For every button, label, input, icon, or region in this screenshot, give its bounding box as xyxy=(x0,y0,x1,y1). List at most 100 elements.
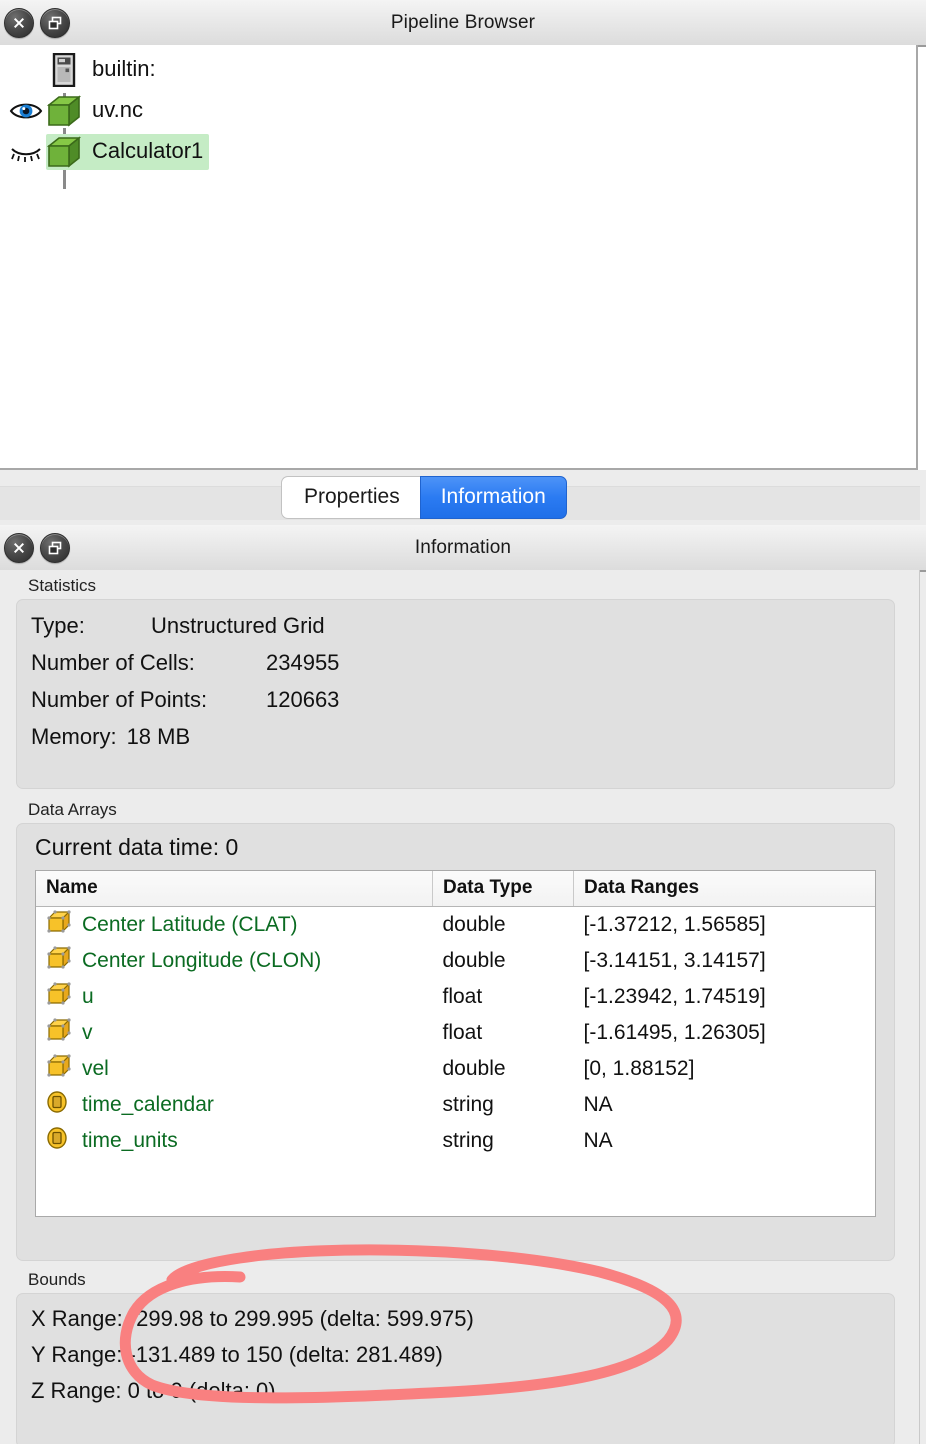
pipeline-row-builtin[interactable]: builtin: xyxy=(0,49,916,90)
statistics-value: Unstructured Grid xyxy=(151,613,325,638)
panel-tabstrip: Properties Information xyxy=(0,470,926,525)
pipeline-item-label: Calculator1 xyxy=(92,137,204,163)
array-name-label: time_calendar xyxy=(82,1093,214,1116)
float-window-icon[interactable] xyxy=(40,7,70,38)
bounds-box: X Range: -299.98 to 299.995 (delta: 599.… xyxy=(16,1293,895,1444)
close-icon[interactable] xyxy=(4,7,34,38)
statistics-key: Type: xyxy=(31,613,85,638)
array-range-cell: [-1.61495, 1.26305] xyxy=(583,1021,766,1044)
statistics-row-type: Type: Unstructured Grid xyxy=(17,608,894,645)
statistics-key: Memory: xyxy=(31,724,117,749)
tree-connector xyxy=(63,169,66,189)
statistics-key: Number of Points: xyxy=(31,687,208,712)
array-name-label: v xyxy=(82,1021,93,1044)
server-icon xyxy=(46,52,82,88)
table-header-row: Name Data Type Data Ranges xyxy=(36,871,875,907)
statistics-value: 234955 xyxy=(266,650,340,675)
array-name-cell: time_calendar xyxy=(36,1087,433,1123)
array-range-cell: NA xyxy=(583,1093,613,1116)
bounds-row-z: Z Range: 0 to 0 (delta: 0) xyxy=(17,1374,894,1410)
bounds-row-y: Y Range: -131.489 to 150 (delta: 281.489… xyxy=(17,1338,894,1374)
array-name-cell: time_units xyxy=(36,1123,433,1159)
array-type-cell: string xyxy=(442,1129,494,1152)
pipeline-row-calculator1[interactable]: Calculator1 xyxy=(0,131,916,172)
data-arrays-table: Name Data Type Data Ranges Center Latitu… xyxy=(36,871,875,1159)
pipeline-tree[interactable]: builtin: uv.nc Calculator1 xyxy=(0,45,918,470)
pipeline-window-buttons xyxy=(0,7,70,38)
float-window-icon[interactable] xyxy=(40,532,70,563)
source-cube-icon xyxy=(46,93,82,129)
bounds-row-x: X Range: -299.98 to 299.995 (delta: 599.… xyxy=(17,1302,894,1338)
pipeline-item-builtin[interactable]: builtin: xyxy=(46,52,162,88)
pipeline-browser-dock: Pipeline Browser builtin: uv.nc Calculat… xyxy=(0,0,926,470)
array-type-cell: float xyxy=(442,985,483,1008)
array-type-cell: float xyxy=(442,1021,483,1044)
array-type-cell: string xyxy=(442,1093,494,1116)
array-name-label: Center Latitude (CLAT) xyxy=(82,913,298,936)
data-arrays-box: Current data time: 0 Name Data Type Data… xyxy=(16,823,895,1261)
bounds-value: 0 to 0 (delta: 0) xyxy=(127,1378,276,1403)
array-name-cell: Center Longitude (CLON) xyxy=(36,943,433,979)
tab-information[interactable]: Information xyxy=(419,476,567,519)
array-name-cell: vel xyxy=(36,1051,433,1087)
tab-properties[interactable]: Properties xyxy=(281,476,420,519)
visibility-toggle-builtin xyxy=(6,50,46,90)
eye-open-icon[interactable] xyxy=(6,91,46,131)
information-window-buttons xyxy=(0,532,70,563)
array-name-cell: Center Latitude (CLAT) xyxy=(36,907,433,944)
array-range-cell: [-3.14151, 3.14157] xyxy=(583,949,766,972)
cell-data-icon xyxy=(46,946,72,976)
tab-list: Properties Information xyxy=(281,476,567,519)
array-range-cell: [-1.37212, 1.56585] xyxy=(583,913,766,936)
array-name-label: vel xyxy=(82,1057,109,1080)
cell-data-icon xyxy=(46,910,72,940)
bounds-key: X Range: xyxy=(31,1306,123,1331)
pipeline-item-label: builtin: xyxy=(92,55,156,81)
pipeline-item-uvnc[interactable]: uv.nc xyxy=(46,93,149,129)
table-row[interactable]: Center Longitude (CLON) double [-3.14151… xyxy=(36,943,875,979)
field-data-icon xyxy=(46,1126,72,1156)
information-title: Information xyxy=(414,536,512,558)
array-range-cell: [0, 1.88152] xyxy=(583,1057,695,1080)
cell-data-icon xyxy=(46,1054,72,1084)
data-arrays-group-label: Data Arrays xyxy=(28,800,117,819)
array-type-cell: double xyxy=(442,1057,506,1080)
field-data-icon xyxy=(46,1090,72,1120)
statistics-group-label: Statistics xyxy=(28,576,97,595)
information-content: Statistics Type: Unstructured Grid Numbe… xyxy=(0,570,920,1444)
bounds-value: -299.98 to 299.995 (delta: 599.975) xyxy=(128,1306,474,1331)
eye-closed-icon[interactable] xyxy=(6,132,46,172)
array-name-label: u xyxy=(82,985,94,1008)
pipeline-browser-title: Pipeline Browser xyxy=(390,11,536,33)
array-name-cell: u xyxy=(36,979,433,1015)
table-row[interactable]: v float [-1.61495, 1.26305] xyxy=(36,1015,875,1051)
close-icon[interactable] xyxy=(4,532,34,563)
bounds-value: -131.489 to 150 (delta: 281.489) xyxy=(128,1342,443,1367)
data-arrays-table-wrap[interactable]: Name Data Type Data Ranges Center Latitu… xyxy=(35,870,876,1217)
pipeline-row-uvnc[interactable]: uv.nc xyxy=(0,90,916,131)
statistics-key: Number of Cells: xyxy=(31,650,195,675)
cell-data-icon xyxy=(46,1018,72,1048)
array-type-cell: double xyxy=(442,949,506,972)
column-header-data-ranges[interactable]: Data Ranges xyxy=(573,871,875,907)
pipeline-item-label: uv.nc xyxy=(92,96,143,122)
array-range-cell: [-1.23942, 1.74519] xyxy=(583,985,766,1008)
bounds-group-label: Bounds xyxy=(28,1270,86,1289)
cell-data-icon xyxy=(46,982,72,1012)
table-row[interactable]: u float [-1.23942, 1.74519] xyxy=(36,979,875,1015)
pipeline-browser-titlebar: Pipeline Browser xyxy=(0,0,926,47)
pipeline-item-calculator1[interactable]: Calculator1 xyxy=(46,133,210,170)
table-row[interactable]: time_calendar string NA xyxy=(36,1087,875,1123)
array-range-cell: NA xyxy=(583,1129,613,1152)
table-row[interactable]: Center Latitude (CLAT) double [-1.37212,… xyxy=(36,907,875,944)
statistics-row-cells: Number of Cells: 234955 xyxy=(17,645,894,682)
bounds-key: Z Range: xyxy=(31,1378,122,1403)
current-data-time: Current data time: 0 xyxy=(35,834,239,860)
information-dock: Information Statistics Type: Unstructure… xyxy=(0,525,926,1444)
table-row[interactable]: vel double [0, 1.88152] xyxy=(36,1051,875,1087)
statistics-value: 18 MB xyxy=(126,724,191,749)
statistics-row-points: Number of Points: 120663 xyxy=(17,682,894,719)
column-header-name[interactable]: Name xyxy=(36,871,433,907)
column-header-data-type[interactable]: Data Type xyxy=(432,871,574,907)
table-row[interactable]: time_units string NA xyxy=(36,1123,875,1159)
